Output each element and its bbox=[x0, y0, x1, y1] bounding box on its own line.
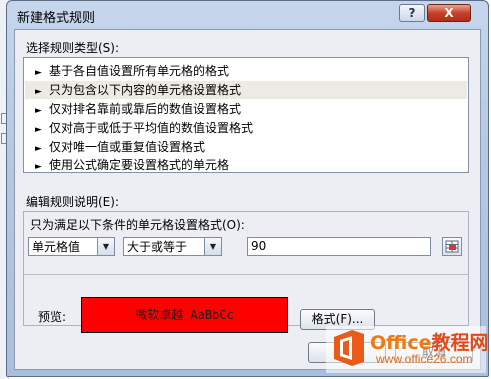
rule-description-panel: 只为满足以下条件的单元格设置格式(O): 单元格值 ▼ 大于或等于 ▼ 90 预… bbox=[23, 211, 469, 333]
rule-type-item-label: 仅对唯一值或重复值设置格式 bbox=[49, 140, 206, 154]
dialog-body: 选择规则类型(S): ► 基于各自值设置所有单元格的格式 ► 只为包含以下内容的单元… bbox=[14, 29, 481, 370]
rule-description-label: 编辑规则说明(E): bbox=[26, 195, 119, 209]
operator-select[interactable]: 大于或等于 ▼ bbox=[123, 237, 222, 256]
watermark-brand-part1: Office bbox=[370, 332, 432, 354]
rule-type-label: 选择规则类型(S): bbox=[26, 41, 120, 55]
rule-type-item[interactable]: ► 使用公式确定要设置格式的单元格 bbox=[25, 156, 467, 174]
condition-label: 只为满足以下条件的单元格设置格式(O): bbox=[30, 218, 245, 232]
range-select-icon bbox=[445, 240, 459, 253]
rule-type-item-label: 仅对排名靠前或靠后的数值设置格式 bbox=[49, 102, 242, 116]
arrow-icon: ► bbox=[35, 87, 42, 97]
site-watermark: Office教程网 www.office26.com bbox=[326, 326, 489, 373]
rule-type-item-label: 仅对高于或低于平均值的数值设置格式 bbox=[49, 121, 254, 135]
rule-type-item-label: 基于各自值设置所有单元格的格式 bbox=[49, 64, 230, 78]
value-input[interactable]: 90 bbox=[247, 237, 431, 256]
collapse-dialog-button[interactable] bbox=[442, 237, 462, 256]
rule-type-item-selected[interactable]: ► 只为包含以下内容的单元格设置格式 bbox=[25, 81, 467, 99]
format-preview: 微软卓越 AaBbCc bbox=[81, 297, 288, 333]
rule-type-list[interactable]: ► 基于各自值设置所有单元格的格式 ► 只为包含以下内容的单元格设置格式 ► 仅对排名… bbox=[23, 57, 469, 173]
preview-text: 微软卓越 AaBbCc bbox=[135, 308, 234, 322]
operator-select-value: 大于或等于 bbox=[127, 240, 188, 254]
office-logo-icon bbox=[334, 330, 364, 366]
rule-type-item[interactable]: ► 仅对排名靠前或靠后的数值设置格式 bbox=[25, 100, 467, 118]
arrow-icon: ► bbox=[35, 106, 42, 116]
new-format-rule-dialog: 新建格式规则 ? X 选择规则类型(S): ► 基于各自值设置所有单元格的格式 ►… bbox=[6, 0, 489, 377]
watermark-brand-part2: 教程网 bbox=[431, 332, 489, 354]
rule-type-item-label: 只为包含以下内容的单元格设置格式 bbox=[49, 83, 242, 97]
close-button[interactable]: X bbox=[427, 4, 471, 22]
field-select-value: 单元格值 bbox=[32, 240, 81, 254]
help-button[interactable]: ? bbox=[399, 4, 425, 22]
rule-type-item[interactable]: ► 仅对高于或低于平均值的数值设置格式 bbox=[25, 119, 467, 137]
divider bbox=[24, 274, 468, 275]
rule-type-item[interactable]: ► 基于各自值设置所有单元格的格式 bbox=[25, 62, 467, 80]
arrow-icon: ► bbox=[35, 125, 42, 135]
rule-type-item-label: 使用公式确定要设置格式的单元格 bbox=[49, 158, 230, 172]
chevron-down-icon[interactable]: ▼ bbox=[97, 238, 114, 255]
watermark-url: www.office26.com bbox=[376, 352, 473, 366]
arrow-icon: ► bbox=[35, 68, 42, 78]
rule-type-item[interactable]: ► 仅对唯一值或重复值设置格式 bbox=[25, 138, 467, 156]
field-select[interactable]: 单元格值 ▼ bbox=[28, 237, 115, 256]
watermark-brand: Office教程网 bbox=[370, 328, 489, 355]
window-title: 新建格式规则 bbox=[17, 11, 96, 26]
title-bar[interactable]: 新建格式规则 ? X bbox=[7, 1, 488, 29]
preview-label: 预览: bbox=[38, 310, 67, 324]
arrow-icon: ► bbox=[35, 162, 42, 172]
chevron-down-icon[interactable]: ▼ bbox=[204, 238, 221, 255]
